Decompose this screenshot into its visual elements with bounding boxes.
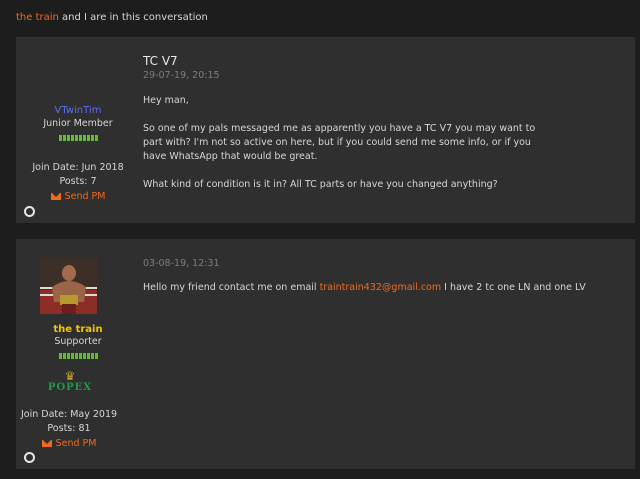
username-link[interactable]: the train	[16, 324, 140, 335]
post-body-paragraph: So one of my pals messaged me as apparen…	[143, 123, 536, 162]
reputation-bar	[16, 353, 140, 359]
post-body-paragraph: Hello my friend contact me on email trai…	[143, 281, 586, 295]
participant-link[interactable]: the train	[16, 12, 59, 23]
envelope-icon	[50, 193, 61, 200]
send-pm-button[interactable]: Send PM	[41, 438, 97, 449]
sponsor-logo: ♛ POPEX	[20, 370, 120, 393]
online-status-icon	[24, 206, 35, 217]
online-status-icon	[24, 452, 35, 463]
send-pm-button[interactable]: Send PM	[50, 191, 106, 202]
user-rank: Supporter	[54, 336, 102, 347]
user-info-panel: VTwinTim Junior Member Join Date: Jun 20…	[16, 37, 140, 223]
send-pm-label: Send PM	[64, 191, 106, 202]
post-count: Posts: 7	[59, 176, 97, 187]
post-title: TC V7	[143, 54, 178, 68]
reputation-bar	[16, 135, 140, 141]
crown-icon: ♛	[64, 369, 76, 383]
post-body: Hey man, So one of my pals messaged me a…	[143, 94, 538, 192]
participants-text: and I are in this conversation	[58, 12, 208, 23]
user-rank: Junior Member	[43, 118, 113, 129]
user-info-panel: the train Supporter ♛ POPEX Join Date: M…	[16, 239, 140, 469]
avatar[interactable]	[40, 257, 97, 314]
email-link[interactable]: traintrain432@gmail.com	[320, 282, 442, 293]
post-date: 29-07-19, 20:15	[143, 70, 220, 81]
send-pm-label: Send PM	[55, 438, 97, 449]
post-body-paragraph: Hey man,	[143, 95, 189, 106]
avatar-image	[40, 257, 97, 314]
post-date: 03-08-19, 12:31	[143, 258, 220, 269]
post-body-paragraph: What kind of condition is it in? All TC …	[143, 179, 498, 190]
body-text: I have 2 tc one LN and one LV	[441, 282, 586, 293]
message-post: the train Supporter ♛ POPEX Join Date: M…	[16, 239, 635, 469]
sponsor-name: POPEX	[47, 382, 93, 393]
post-body: Hello my friend contact me on email trai…	[143, 281, 586, 295]
username-link[interactable]: VTwinTim	[16, 105, 140, 116]
join-date: Join Date: Jun 2018	[32, 162, 124, 173]
message-post: VTwinTim Junior Member Join Date: Jun 20…	[16, 37, 635, 223]
envelope-icon	[41, 440, 52, 447]
join-date: Join Date: May 2019	[20, 409, 118, 420]
post-count: Posts: 81	[47, 423, 91, 434]
body-text: Hello my friend contact me on email	[143, 282, 320, 293]
conversation-participants: the train and I are in this conversation	[16, 12, 208, 23]
